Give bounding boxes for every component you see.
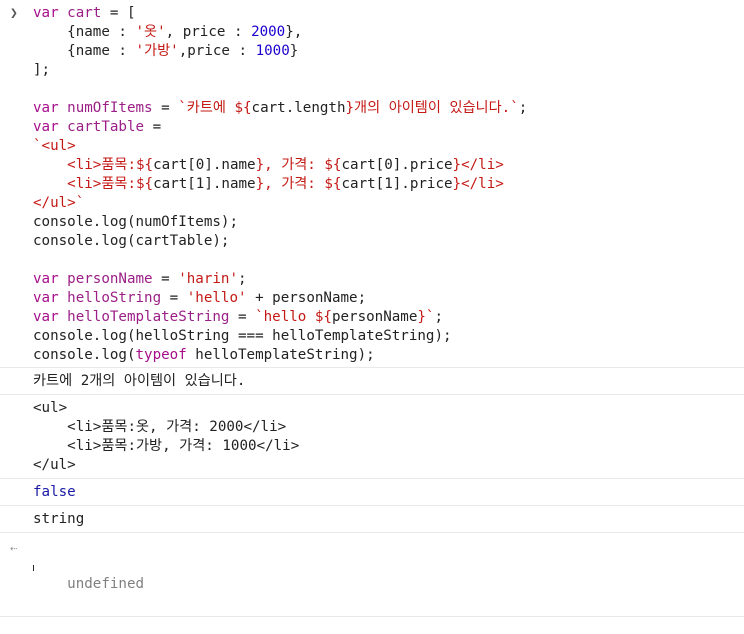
code-token: '가방' <box>135 43 179 59</box>
code-line: var helloString = 'hello' + personName; <box>33 289 744 308</box>
code-token: var <box>33 100 68 116</box>
code-line: `<ul> <box>33 137 744 156</box>
code-token: console.log(numOfItems); <box>33 214 238 230</box>
code-token: = <box>161 290 187 306</box>
code-token: ; <box>434 309 444 325</box>
code-token: cart.length <box>251 100 346 116</box>
code-token: , price : <box>165 24 252 40</box>
code-line: console.log(cartTable); <box>33 232 744 251</box>
code-line: var helloTemplateString = `hello ${perso… <box>33 308 744 327</box>
code-token: }</li> <box>452 157 504 173</box>
code-token: cartTable <box>67 119 145 135</box>
code-token: 'hello' <box>186 290 247 306</box>
console-input-entry[interactable]: ❯ var cart = [ {name : '옷', price : 2000… <box>0 0 744 367</box>
code-line: <li>품목:${cart[0].name}, 가격: ${cart[0].pr… <box>33 156 744 175</box>
code-line: var personName = 'harin'; <box>33 270 744 289</box>
code-token: helloTemplateString <box>67 309 230 325</box>
code-token: }, 가격: ${ <box>255 157 342 173</box>
code-token: var <box>33 290 68 306</box>
code-token: cart <box>67 5 102 21</box>
code-line: {name : '가방',price : 1000} <box>33 42 744 61</box>
console-prompt-line[interactable] <box>0 616 744 634</box>
code-token: }` <box>417 309 435 325</box>
code-token: = <box>152 100 179 116</box>
code-token: = <box>229 309 256 325</box>
code-token: personName <box>331 309 418 325</box>
console-log-output: string <box>0 505 744 532</box>
code-token: console.log(cartTable); <box>33 233 230 249</box>
code-line: console.log(typeof helloTemplateString); <box>33 346 744 365</box>
console-log-output: 카트에 2개의 아이템이 있습니다. <box>0 367 744 394</box>
code-token: var <box>33 271 68 287</box>
code-line: <li>품목:${cart[1].name}, 가격: ${cart[1].pr… <box>33 175 744 194</box>
code-token: }, <box>285 24 303 40</box>
code-line: {name : '옷', price : 2000}, <box>33 23 744 42</box>
code-token: var <box>33 309 68 325</box>
return-arrow-icon: ⇠ <box>10 541 18 555</box>
code-token: ; <box>518 100 528 116</box>
code-line: console.log(helloString === helloTemplat… <box>33 327 744 346</box>
code-line: console.log(numOfItems); <box>33 213 744 232</box>
return-value: undefined <box>67 576 145 592</box>
code-token: console.log(helloString === helloTemplat… <box>33 328 452 344</box>
code-token: cart[0].name <box>153 157 256 173</box>
code-line: </ul>` <box>33 194 744 213</box>
code-token: 'harin' <box>178 271 239 287</box>
code-token: var <box>33 5 68 21</box>
console-log-output: false <box>0 478 744 505</box>
code-token: '옷' <box>135 24 166 40</box>
code-token: }개의 아이템이 있습니다.` <box>345 100 519 116</box>
code-token: = <box>144 119 162 135</box>
code-line: var cartTable = <box>33 118 744 137</box>
code-token: ]; <box>33 62 51 78</box>
console-output-list: 카트에 2개의 아이템이 있습니다. <ul> <li>품목:옷, 가격: 200… <box>0 367 744 532</box>
devtools-console: ❯ var cart = [ {name : '옷', price : 2000… <box>0 0 744 617</box>
code-token: = [ <box>101 5 136 21</box>
code-token: <li>품목:${ <box>33 176 154 192</box>
code-line: var cart = [ <box>33 4 744 23</box>
code-token: typeof <box>135 347 187 363</box>
code-token: numOfItems <box>67 100 153 116</box>
code-token: helloTemplateString); <box>186 347 375 363</box>
text-caret <box>33 565 34 571</box>
code-token: personName <box>67 271 153 287</box>
code-token: var <box>33 119 68 135</box>
chevron-right-icon: ❯ <box>10 6 18 21</box>
code-line: ]; <box>33 61 744 80</box>
code-token: <li>품목:${ <box>33 157 154 173</box>
code-token: + personName; <box>246 290 367 306</box>
code-token: {name : <box>33 24 136 40</box>
code-token: }, 가격: ${ <box>255 176 342 192</box>
code-token: helloString <box>67 290 162 306</box>
code-token: `<ul> <box>33 138 76 154</box>
code-token: `카트에 ${ <box>178 100 252 116</box>
code-token: </ul>` <box>33 195 85 211</box>
code-token: cart[1].name <box>153 176 256 192</box>
code-token: 2000 <box>251 24 286 40</box>
console-log-output: <ul> <li>품목:옷, 가격: 2000</li> <li>품목:가방, … <box>0 394 744 478</box>
code-token: console.log( <box>33 347 136 363</box>
code-token: }</li> <box>452 176 504 192</box>
code-token: } <box>289 43 299 59</box>
code-line: var numOfItems = `카트에 ${cart.length}개의 아… <box>33 99 744 118</box>
code-token: cart[1].price <box>341 176 453 192</box>
code-token: cart[0].price <box>341 157 453 173</box>
code-token: = <box>152 271 179 287</box>
return-value-entry: ⇠ undefined <box>0 532 744 616</box>
code-block: var cart = [ {name : '옷', price : 2000},… <box>33 4 744 365</box>
code-token: {name : <box>33 43 136 59</box>
code-token: `hello ${ <box>255 309 332 325</box>
code-token: 1000 <box>255 43 290 59</box>
code-token: ; <box>238 271 247 287</box>
code-token: ,price : <box>178 43 256 59</box>
